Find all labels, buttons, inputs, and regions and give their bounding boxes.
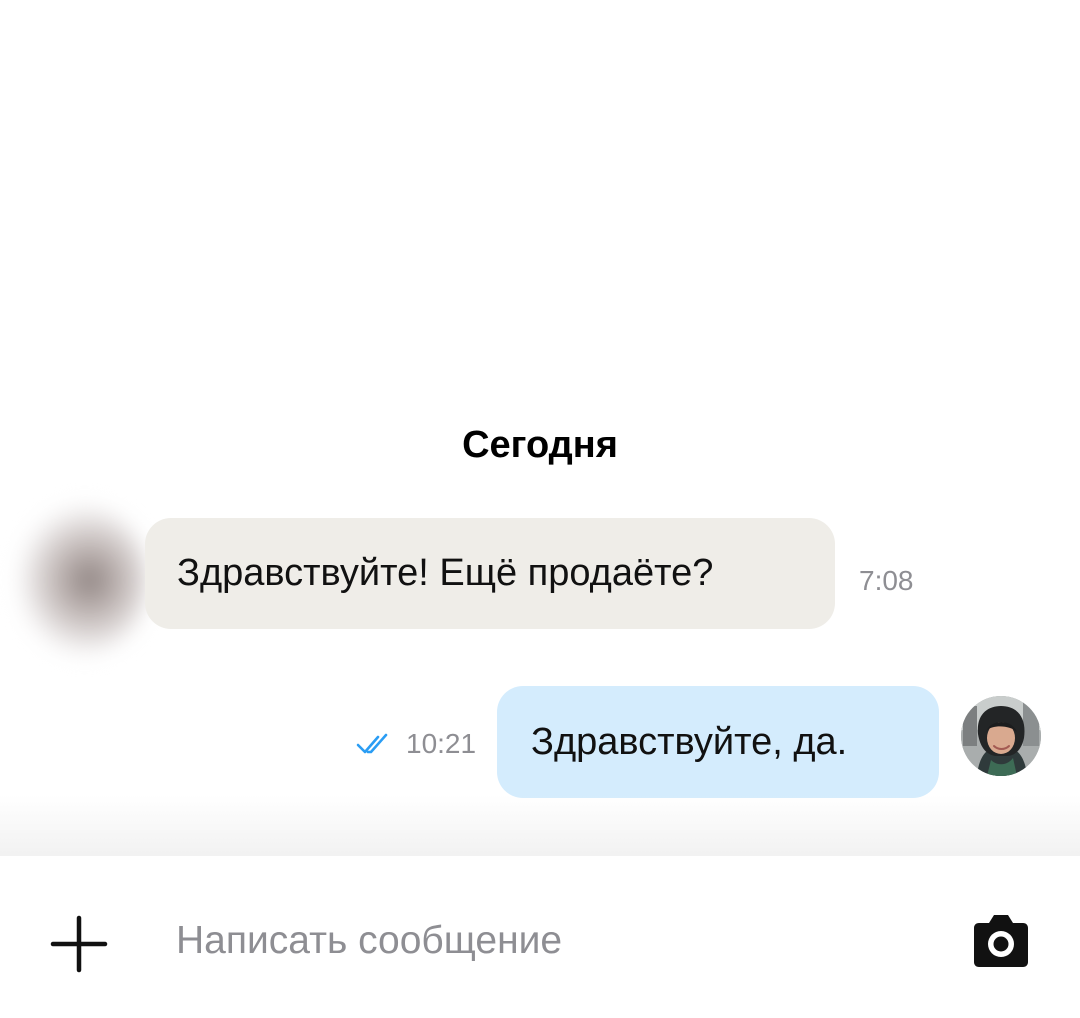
double-check-icon [356, 733, 388, 754]
attach-button[interactable] [44, 908, 114, 978]
incoming-message-bubble[interactable]: Здравствуйте! Ещё продаёте? [145, 518, 835, 629]
incoming-message-text: Здравствуйте! Ещё продаёте? [177, 552, 714, 594]
date-divider: Сегодня [462, 424, 618, 466]
outgoing-message-bubble[interactable]: Здравствуйте, да. [497, 686, 939, 798]
user-avatar[interactable] [961, 696, 1041, 776]
message-composer [0, 856, 1080, 1018]
incoming-message-time: 7:08 [859, 565, 914, 596]
message-input[interactable] [170, 911, 930, 971]
chat-screen: Сегодня Здравствуйте! Ещё продаёте? 7:08… [0, 0, 1080, 1018]
plus-icon [50, 915, 108, 973]
camera-button[interactable] [970, 912, 1032, 970]
camera-icon [974, 915, 1028, 967]
composer-shadow [0, 795, 1080, 857]
sender-avatar[interactable] [18, 505, 148, 655]
outgoing-message-status: 10:21 [356, 727, 476, 761]
outgoing-message-time: 10:21 [406, 728, 477, 759]
outgoing-message-text: Здравствуйте, да. [531, 720, 848, 763]
user-avatar-photo [961, 696, 1041, 776]
